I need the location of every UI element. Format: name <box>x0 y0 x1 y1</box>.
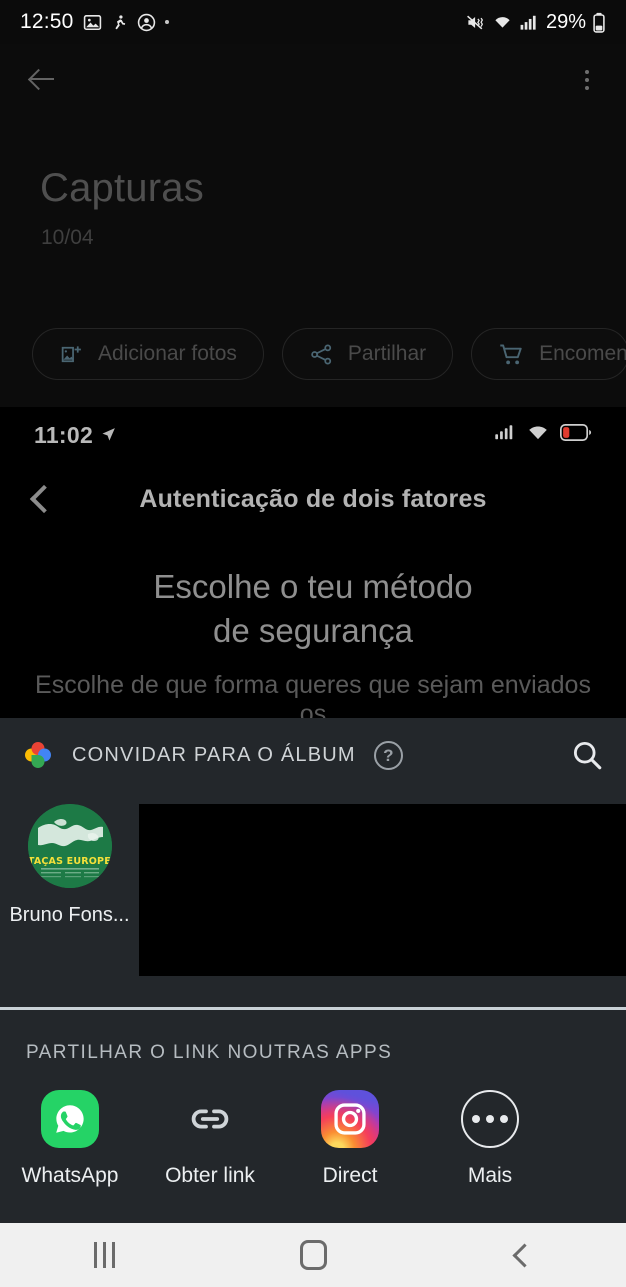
share-target-label: Direct <box>322 1164 378 1187</box>
share-section-label: PARTILHAR O LINK NOUTRAS APPS <box>26 1042 393 1063</box>
album-date: 10/04 <box>41 226 94 249</box>
battery-low-icon <box>559 424 592 446</box>
signal-bars-icon <box>495 424 516 446</box>
share-target-direct[interactable]: Direct <box>280 1090 420 1188</box>
order-chip[interactable]: Encomen <box>471 328 626 380</box>
preview-nav-title: Autenticação de dois fatores <box>139 484 487 513</box>
more-icon <box>461 1090 519 1148</box>
search-icon[interactable] <box>570 738 604 772</box>
battery-percent-label: 29% <box>545 10 586 33</box>
home-icon <box>299 1240 327 1270</box>
album-screen: Capturas 10/04 Adicionar fotos Partilhar… <box>0 44 626 407</box>
svg-text:24 TAÇAS EUROPEIAS: 24 TAÇAS EUROPEIAS <box>28 856 112 867</box>
status-bar-left: 12:50 <box>20 10 169 34</box>
invite-contacts-row: 24 TAÇAS EUROPEIAS Bruno Fons... <box>0 792 626 1007</box>
album-top-bar <box>0 44 626 116</box>
dot-indicator <box>164 20 169 24</box>
signal-bars-icon <box>519 13 538 32</box>
sheet-header: CONVIDAR PARA O ÁLBUM ? <box>0 718 626 792</box>
share-chip[interactable]: Partilhar <box>281 328 454 380</box>
share-target-label: WhatsApp <box>21 1164 119 1187</box>
preview-heading-line-1: Escolhe o teu método <box>153 568 473 605</box>
location-arrow-icon <box>100 422 117 449</box>
back-chevron-icon <box>512 1242 537 1268</box>
preview-nav-bar: Autenticação de dois fatores <box>0 463 626 535</box>
battery-icon <box>592 12 606 33</box>
add-photo-icon <box>59 342 84 367</box>
preview-clock: 11:02 <box>34 421 94 448</box>
share-target-label: Obter link <box>165 1164 255 1187</box>
link-icon <box>181 1090 239 1148</box>
preview-status-right <box>495 424 592 446</box>
nav-recents-button[interactable] <box>0 1242 209 1268</box>
add-photos-chip[interactable]: Adicionar fotos <box>32 328 264 380</box>
share-target-get-link[interactable]: Obter link <box>140 1090 280 1188</box>
overflow-menu-icon[interactable] <box>574 65 600 95</box>
person-running-icon <box>111 13 128 32</box>
phone-screen: 12:50 29% Capturas 10/04 Adicionar fotos… <box>0 0 626 1287</box>
contact-search-field[interactable] <box>139 804 626 976</box>
preview-heading: Escolhe o teu método de segurança <box>0 565 626 653</box>
wifi-icon <box>492 13 513 32</box>
sheet-title: CONVIDAR PARA O ÁLBUM <box>72 743 356 766</box>
chip-label: Encomen <box>539 342 626 365</box>
nav-home-button[interactable] <box>209 1240 418 1270</box>
device-status-bar: 12:50 29% <box>0 0 626 44</box>
share-target-whatsapp[interactable]: WhatsApp <box>0 1090 140 1188</box>
invite-bottom-sheet: CONVIDAR PARA O ÁLBUM ? 24 TAÇAS EUROPEI… <box>0 718 626 1223</box>
image-icon <box>83 13 102 32</box>
screenshot-preview[interactable]: 11:02 Autenticação de dois fatores Escol… <box>0 407 626 718</box>
help-icon[interactable]: ? <box>373 740 403 770</box>
account-circle-icon <box>137 13 156 32</box>
status-bar-right: 29% <box>465 11 606 34</box>
avatar: 24 TAÇAS EUROPEIAS <box>27 804 112 888</box>
cart-icon <box>498 341 525 368</box>
share-icon <box>309 342 334 367</box>
album-action-chips: Adicionar fotos Partilhar Encomen <box>0 325 626 383</box>
share-target-more[interactable]: Mais <box>420 1090 560 1188</box>
wifi-icon <box>527 424 549 446</box>
page-title: Capturas <box>40 166 204 210</box>
contact-item[interactable]: 24 TAÇAS EUROPEIAS Bruno Fons... <box>0 792 139 927</box>
mute-vibrate-icon <box>465 13 486 32</box>
preview-heading-line-2: de segurança <box>213 612 413 649</box>
status-bar-clock: 12:50 <box>20 10 74 33</box>
chip-label: Partilhar <box>347 342 427 365</box>
preview-clock-group: 11:02 <box>34 422 117 449</box>
android-nav-bar <box>0 1223 626 1287</box>
contact-name: Bruno Fons... <box>9 904 130 926</box>
google-photos-logo <box>22 739 54 771</box>
share-target-label: Mais <box>467 1164 513 1187</box>
recents-icon <box>93 1242 115 1268</box>
chip-label: Adicionar fotos <box>98 342 237 365</box>
preview-body-text: Escolhe de que forma queres que sejam en… <box>35 671 591 718</box>
nav-back-button[interactable] <box>417 1242 626 1268</box>
back-arrow-icon[interactable] <box>26 63 60 97</box>
preview-status-bar: 11:02 <box>0 407 626 463</box>
share-targets-row: WhatsApp Obter link Direct Mais <box>0 1064 626 1188</box>
instagram-direct-icon <box>321 1090 379 1148</box>
whatsapp-icon <box>41 1090 99 1148</box>
